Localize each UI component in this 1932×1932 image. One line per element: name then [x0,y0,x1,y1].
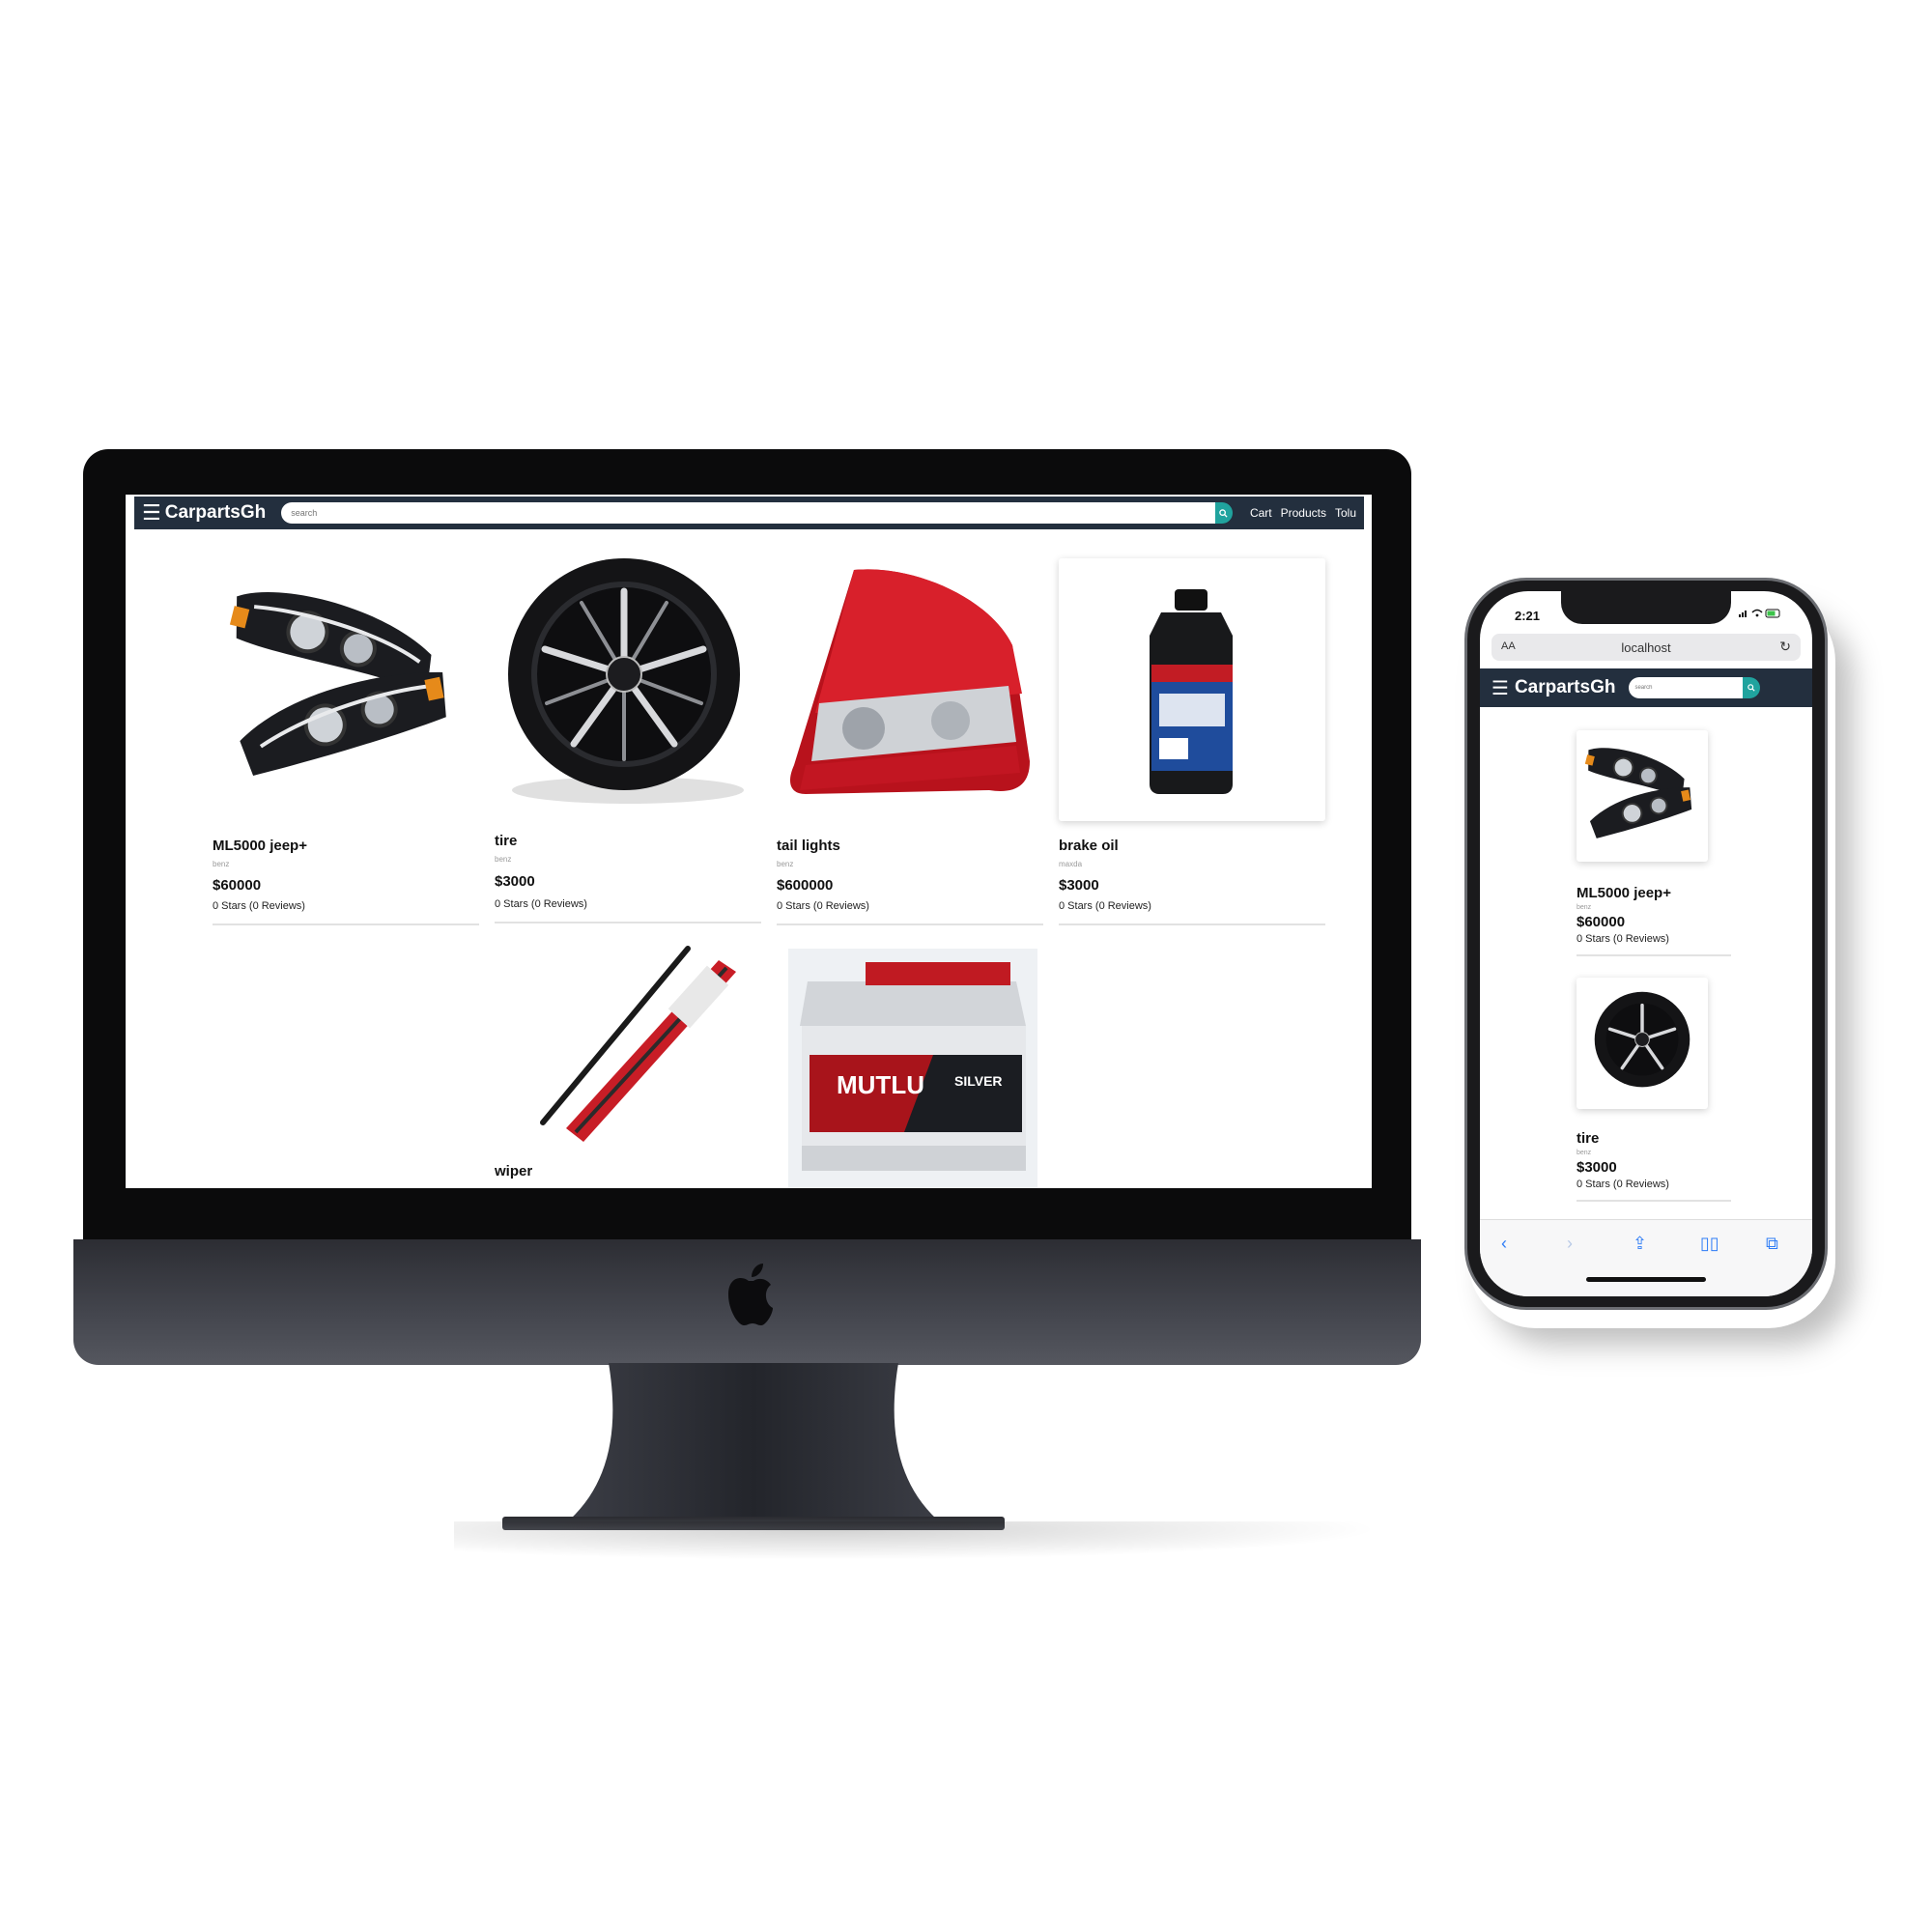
product-brand: benz [1577,1150,1592,1156]
brand-logo[interactable]: CarpartsGh [1515,677,1616,698]
product-rating: 0 Stars (0 Reviews) [213,900,305,912]
product-card[interactable]: tire benz $3000 0 Stars (0 Reviews) [495,558,761,923]
product-card[interactable]: MUTLU SILVER [788,949,1055,1188]
bookmarks-icon[interactable]: ▯▯ [1700,1234,1719,1254]
product-card[interactable]: tail lights benz $600000 0 Stars (0 Revi… [777,558,1043,925]
forward-icon[interactable]: › [1567,1234,1573,1254]
tabs-icon[interactable]: ⧉ [1766,1234,1778,1254]
product-card[interactable]: ML5000 jeep+ benz $60000 0 Stars (0 Revi… [213,558,479,925]
battery-brand-label: MUTLU [837,1070,924,1099]
mobile-screen: 2:21 AA localhost ↻ ☰ CarpartsGh search … [1480,591,1812,1296]
card-divider [1577,954,1731,956]
product-image-battery[interactable]: MUTLU SILVER [788,949,1037,1188]
product-rating: 0 Stars (0 Reviews) [1577,1179,1669,1190]
card-divider [1577,1200,1731,1202]
search-icon [1747,684,1756,692]
product-brand: benz [495,855,512,864]
brand-logo[interactable]: CarpartsGh [165,502,267,524]
product-brand: maxda [1059,860,1083,868]
product-image-tail-lights[interactable] [777,558,1043,821]
headlights-image [229,591,446,777]
desktop-navbar: ☰ CarpartsGh Cart Products Tolu [134,497,1364,529]
tail-light-image [790,569,1030,794]
headlights-image [1584,748,1692,838]
product-name[interactable]: ML5000 jeep+ [1577,885,1671,901]
home-indicator[interactable] [1586,1277,1706,1282]
product-image-brake-oil[interactable] [1059,558,1325,821]
search-input[interactable] [281,502,1215,524]
product-card[interactable]: wiper [495,939,761,1188]
imac-stand [570,1363,937,1520]
status-icons [1739,609,1781,621]
safari-url-bar[interactable]: AA localhost ↻ [1492,634,1801,661]
back-icon[interactable]: ‹ [1501,1234,1507,1254]
brake-fluid-bottle-image [1150,589,1233,794]
product-price: $60000 [1577,914,1626,930]
phone-notch [1561,591,1731,624]
product-price: $3000 [495,873,535,890]
mobile-search-bar [1629,677,1761,698]
product-price: $600000 [777,877,834,894]
product-name[interactable]: tire [1577,1130,1599,1147]
card-divider [777,923,1043,925]
product-rating: 0 Stars (0 Reviews) [1059,900,1151,912]
product-name[interactable]: wiper [495,1163,532,1179]
mockup-stage: ☰ CarpartsGh Cart Products Tolu [0,0,1932,1932]
product-price: $60000 [213,877,262,894]
search-bar [281,502,1233,524]
product-image-tire[interactable] [495,558,761,821]
url-text[interactable]: localhost [1492,640,1801,655]
product-brand: benz [777,860,794,868]
safari-toolbar: ‹ › ⇪ ▯▯ ⧉ [1480,1219,1812,1296]
tire-image [508,558,744,804]
hamburger-menu-icon[interactable]: ☰ [142,502,161,524]
car-battery-image: MUTLU SILVER [800,962,1026,1171]
product-price: $3000 [1577,1159,1617,1176]
signal-wifi-battery-icon [1739,609,1780,618]
share-icon[interactable]: ⇪ [1633,1234,1647,1254]
search-icon [1219,508,1229,518]
desktop-screen: ☰ CarpartsGh Cart Products Tolu [126,495,1372,1188]
status-time: 2:21 [1515,609,1541,623]
tire-image [1594,991,1690,1088]
product-price: $3000 [1059,877,1099,894]
product-brand: benz [213,860,230,868]
nav-link-products[interactable]: Products [1281,506,1326,520]
product-name[interactable]: ML5000 jeep+ [213,838,307,854]
search-button[interactable] [1743,677,1761,698]
search-button[interactable] [1214,502,1233,524]
hamburger-menu-icon[interactable]: ☰ [1492,676,1509,700]
product-image-headlights[interactable] [1577,730,1708,862]
nav-link-cart[interactable]: Cart [1250,506,1272,520]
product-rating: 0 Stars (0 Reviews) [495,898,587,910]
product-image-tire[interactable] [1577,978,1708,1109]
card-divider [213,923,479,925]
wiper-blade-image [540,946,736,1142]
imac-shadow [454,1521,1381,1560]
product-name[interactable]: brake oil [1059,838,1119,854]
card-divider [495,922,761,923]
product-card[interactable]: brake oil maxda $3000 0 Stars (0 Reviews… [1059,558,1325,925]
product-image-headlights[interactable] [213,558,479,821]
product-rating: 0 Stars (0 Reviews) [777,900,869,912]
product-name[interactable]: tire [495,833,517,849]
mobile-navbar: ☰ CarpartsGh [1480,668,1812,707]
card-divider [1059,923,1325,925]
product-image-wiper[interactable] [495,939,761,1188]
apple-logo-icon [728,1264,773,1325]
battery-grade-label: SILVER [954,1073,1003,1089]
nav-links: Cart Products Tolu [1250,506,1356,520]
product-name[interactable]: tail lights [777,838,840,854]
product-rating: 0 Stars (0 Reviews) [1577,933,1669,945]
nav-link-user[interactable]: Tolu [1335,506,1356,520]
reload-icon[interactable]: ↻ [1779,639,1791,655]
search-input[interactable] [1629,677,1744,698]
product-brand: benz [1577,904,1592,911]
